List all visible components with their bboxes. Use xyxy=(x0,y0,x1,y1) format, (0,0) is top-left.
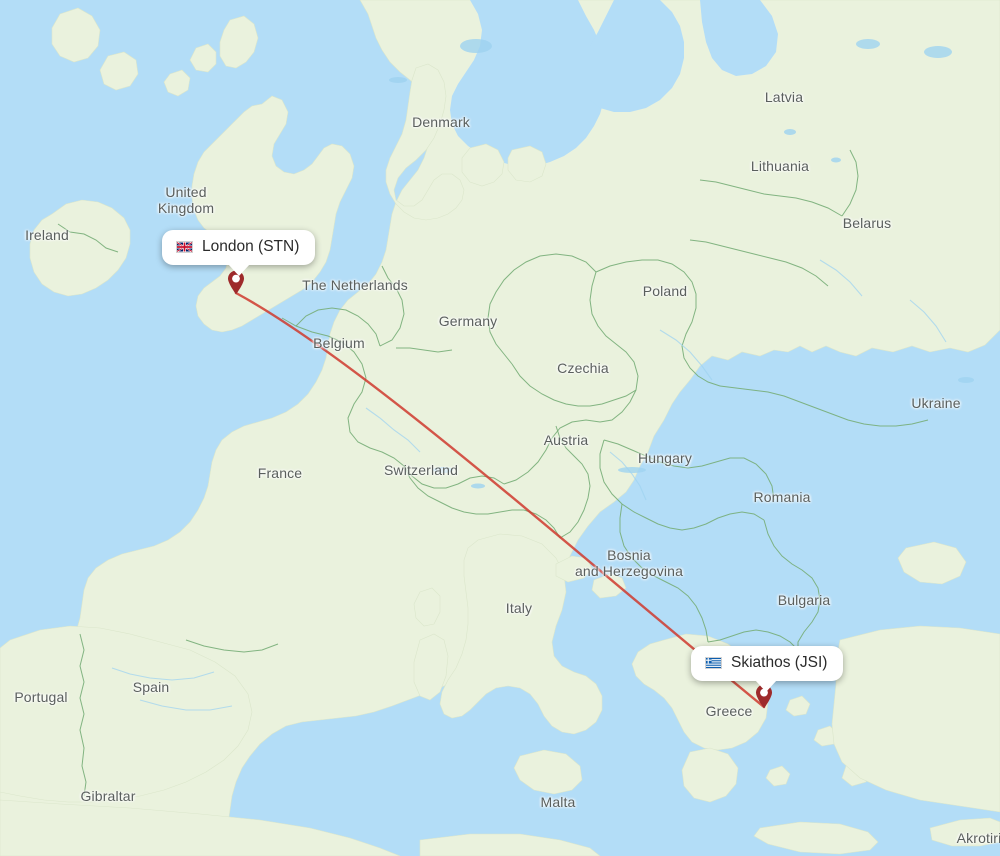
gr-flag-icon xyxy=(705,657,722,669)
bubble-tail xyxy=(228,264,250,276)
airport-label-text: London (STN) xyxy=(202,238,300,255)
flight-route-map[interactable]: Ireland United Kingdom Denmark Latvia Li… xyxy=(0,0,1000,856)
gb-flag-icon xyxy=(176,241,193,253)
airport-label-skiathos[interactable]: Skiathos (JSI) xyxy=(691,646,844,692)
bubble-tail xyxy=(755,680,777,692)
basemap-geography xyxy=(0,0,1000,856)
airport-label-text: Skiathos (JSI) xyxy=(731,654,828,671)
airport-label-london[interactable]: London (STN) xyxy=(162,230,316,276)
